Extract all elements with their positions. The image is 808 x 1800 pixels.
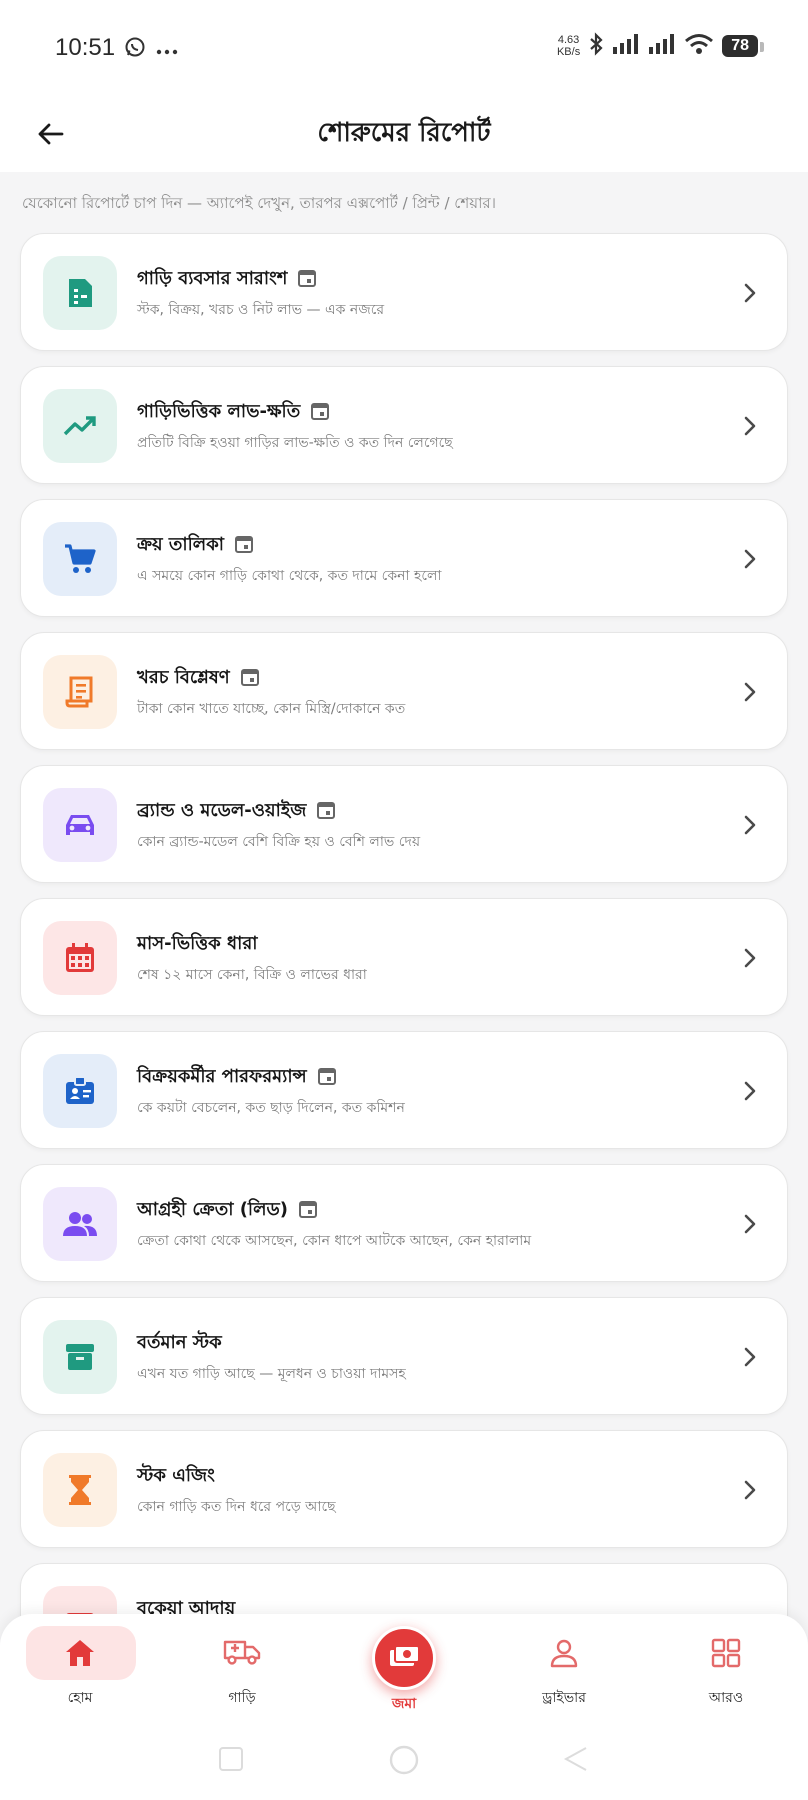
report-card-monthly-trend[interactable]: মাস-ভিত্তিক ধারা শেষ ১২ মাসে কেনা, বিক্র… <box>20 898 788 1016</box>
truck-icon <box>186 1626 298 1680</box>
calendar-date-icon <box>234 534 254 558</box>
card-title: মাস-ভিত্তিক ধারা <box>137 933 258 954</box>
deposit-label: জমা <box>391 1696 417 1712</box>
system-navigation-bar <box>0 1718 808 1800</box>
document-icon <box>43 256 117 330</box>
hourglass-icon <box>43 1453 117 1527</box>
trending-up-icon <box>43 389 117 463</box>
app-header: শোরুমের রিপোর্ট <box>0 96 808 172</box>
receipt-icon <box>43 655 117 729</box>
cart-icon <box>43 522 117 596</box>
card-title: খরচ বিশ্লেষণ <box>137 667 230 688</box>
report-card-car-profit-loss[interactable]: গাড়িভিত্তিক লাভ-ক্ষতি প্রতিটি বিক্রি হও… <box>20 366 788 484</box>
card-title: ব্র্যান্ড ও মডেল-ওয়াইজ <box>137 800 307 821</box>
people-icon <box>43 1187 117 1261</box>
nav-cars[interactable]: গাড়ি <box>186 1626 298 1706</box>
home-icon <box>24 1626 136 1680</box>
card-subtitle: কোন ব্র্যান্ড-মডেল বেশি বিক্রি হয় ও বেশ… <box>137 834 421 850</box>
nav-home[interactable]: হোম <box>24 1626 136 1706</box>
card-title: গাড়িভিত্তিক লাভ-ক্ষতি <box>137 401 301 422</box>
card-title: আগ্রহী ক্রেতা (লিড) <box>137 1199 288 1220</box>
report-card-business-summary[interactable]: গাড়ি ব্যবসার সারাংশ স্টক, বিক্রয়, খরচ … <box>20 233 788 351</box>
report-card-sales-performance[interactable]: বিক্রয়কর্মীর পারফরম্যান্স কে কয়টা বেচল… <box>20 1031 788 1149</box>
signal-2-icon <box>648 33 676 59</box>
card-title: গাড়ি ব্যবসার সারাংশ <box>137 268 288 289</box>
calendar-date-icon <box>317 1066 337 1090</box>
nav-label: আরও <box>708 1690 744 1706</box>
card-subtitle: টাকা কোন খাতে যাচ্ছে, কোন মিস্ত্রি/দোকান… <box>137 701 406 717</box>
card-title: ক্রয় তালিকা <box>137 534 225 555</box>
calendar-date-icon <box>297 268 317 292</box>
car-icon <box>43 788 117 862</box>
card-subtitle: এখন যত গাড়ি আছে — মূলধন ও চাওয়া দামসহ <box>137 1366 406 1382</box>
chevron-right-icon <box>744 815 756 835</box>
card-subtitle: কোন গাড়ি কত দিন ধরে পড়ে আছে <box>137 1499 336 1515</box>
nav-label: গাড়ি <box>228 1690 256 1706</box>
person-icon <box>508 1626 620 1680</box>
card-subtitle: এ সময়ে কোন গাড়ি কোথা থেকে, কত দামে কেন… <box>137 568 442 584</box>
chevron-right-icon <box>744 549 756 569</box>
chevron-right-icon <box>744 682 756 702</box>
back-triangle-icon[interactable] <box>562 1746 588 1772</box>
deposit-button[interactable] <box>372 1626 436 1690</box>
calendar-icon <box>43 921 117 995</box>
card-subtitle: ক্রেতা কোথা থেকে আসছেন, কোন ধাপে আটকে আছ… <box>137 1233 532 1249</box>
status-bar: 10:51 4.63 KB/s 78 <box>0 0 808 96</box>
card-subtitle: কে কয়টা বেচলেন, কত ছাড় দিলেন, কত কমিশন <box>137 1100 405 1116</box>
nav-label: ড্রাইভার <box>542 1690 586 1706</box>
card-subtitle: প্রতিটি বিক্রি হওয়া গাড়ির লাভ-ক্ষতি ও … <box>137 435 453 451</box>
chevron-right-icon <box>744 283 756 303</box>
card-title: স্টক এজিং <box>137 1465 215 1486</box>
archive-icon <box>43 1320 117 1394</box>
card-subtitle: স্টক, বিক্রয়, খরচ ও নিট লাভ — এক নজরে <box>137 302 385 318</box>
chevron-right-icon <box>744 948 756 968</box>
report-card-brand-model-wise[interactable]: ব্র্যান্ড ও মডেল-ওয়াইজ কোন ব্র্যান্ড-মড… <box>20 765 788 883</box>
wifi-icon <box>684 33 714 59</box>
chevron-right-icon <box>744 1214 756 1234</box>
home-circle-icon[interactable] <box>388 1744 420 1776</box>
report-card-expense-analysis[interactable]: খরচ বিশ্লেষণ টাকা কোন খাতে যাচ্ছে, কোন ম… <box>20 632 788 750</box>
card-title: বিক্রয়কর্মীর পারফরম্যান্স <box>137 1066 307 1087</box>
report-card-purchase-list[interactable]: ক্রয় তালিকা এ সময়ে কোন গাড়ি কোথা থেকে… <box>20 499 788 617</box>
grid-icon <box>670 1626 782 1680</box>
chevron-right-icon <box>744 416 756 436</box>
report-card-stock-aging[interactable]: স্টক এজিং কোন গাড়ি কত দিন ধরে পড়ে আছে <box>20 1430 788 1548</box>
chevron-right-icon <box>744 1081 756 1101</box>
nav-label: হোম <box>67 1690 93 1706</box>
calendar-date-icon <box>298 1199 318 1223</box>
battery-indicator: 78 <box>722 35 764 57</box>
whatsapp-icon <box>124 36 146 62</box>
calendar-date-icon <box>310 401 330 425</box>
more-dots-icon <box>156 40 178 59</box>
page-title: শোরুমের রিপোর্ট <box>317 118 491 148</box>
hint-text: যেকোনো রিপোর্টে চাপ দিন — অ্যাপেই দেখুন,… <box>22 194 497 212</box>
nav-driver[interactable]: ড্রাইভার <box>508 1626 620 1706</box>
status-time: 10:51 <box>55 34 116 61</box>
card-subtitle: শেষ ১২ মাসে কেনা, বিক্রি ও লাভের ধারা <box>137 967 367 983</box>
report-card-leads[interactable]: আগ্রহী ক্রেতা (লিড) ক্রেতা কোথা থেকে আসছ… <box>20 1164 788 1282</box>
id-badge-icon <box>43 1054 117 1128</box>
chevron-right-icon <box>744 1347 756 1367</box>
report-card-current-stock[interactable]: বর্তমান স্টক এখন যত গাড়ি আছে — মূলধন ও … <box>20 1297 788 1415</box>
bluetooth-icon <box>588 32 604 60</box>
cash-icon <box>390 1645 420 1666</box>
network-speed: 4.63 KB/s <box>556 34 581 58</box>
card-title: বর্তমান স্টক <box>137 1332 222 1353</box>
calendar-date-icon <box>316 800 336 824</box>
calendar-date-icon <box>240 667 260 691</box>
recent-apps-icon[interactable] <box>218 1746 244 1772</box>
signal-icon <box>612 33 640 59</box>
chevron-right-icon <box>744 1480 756 1500</box>
nav-more[interactable]: আরও <box>670 1626 782 1706</box>
